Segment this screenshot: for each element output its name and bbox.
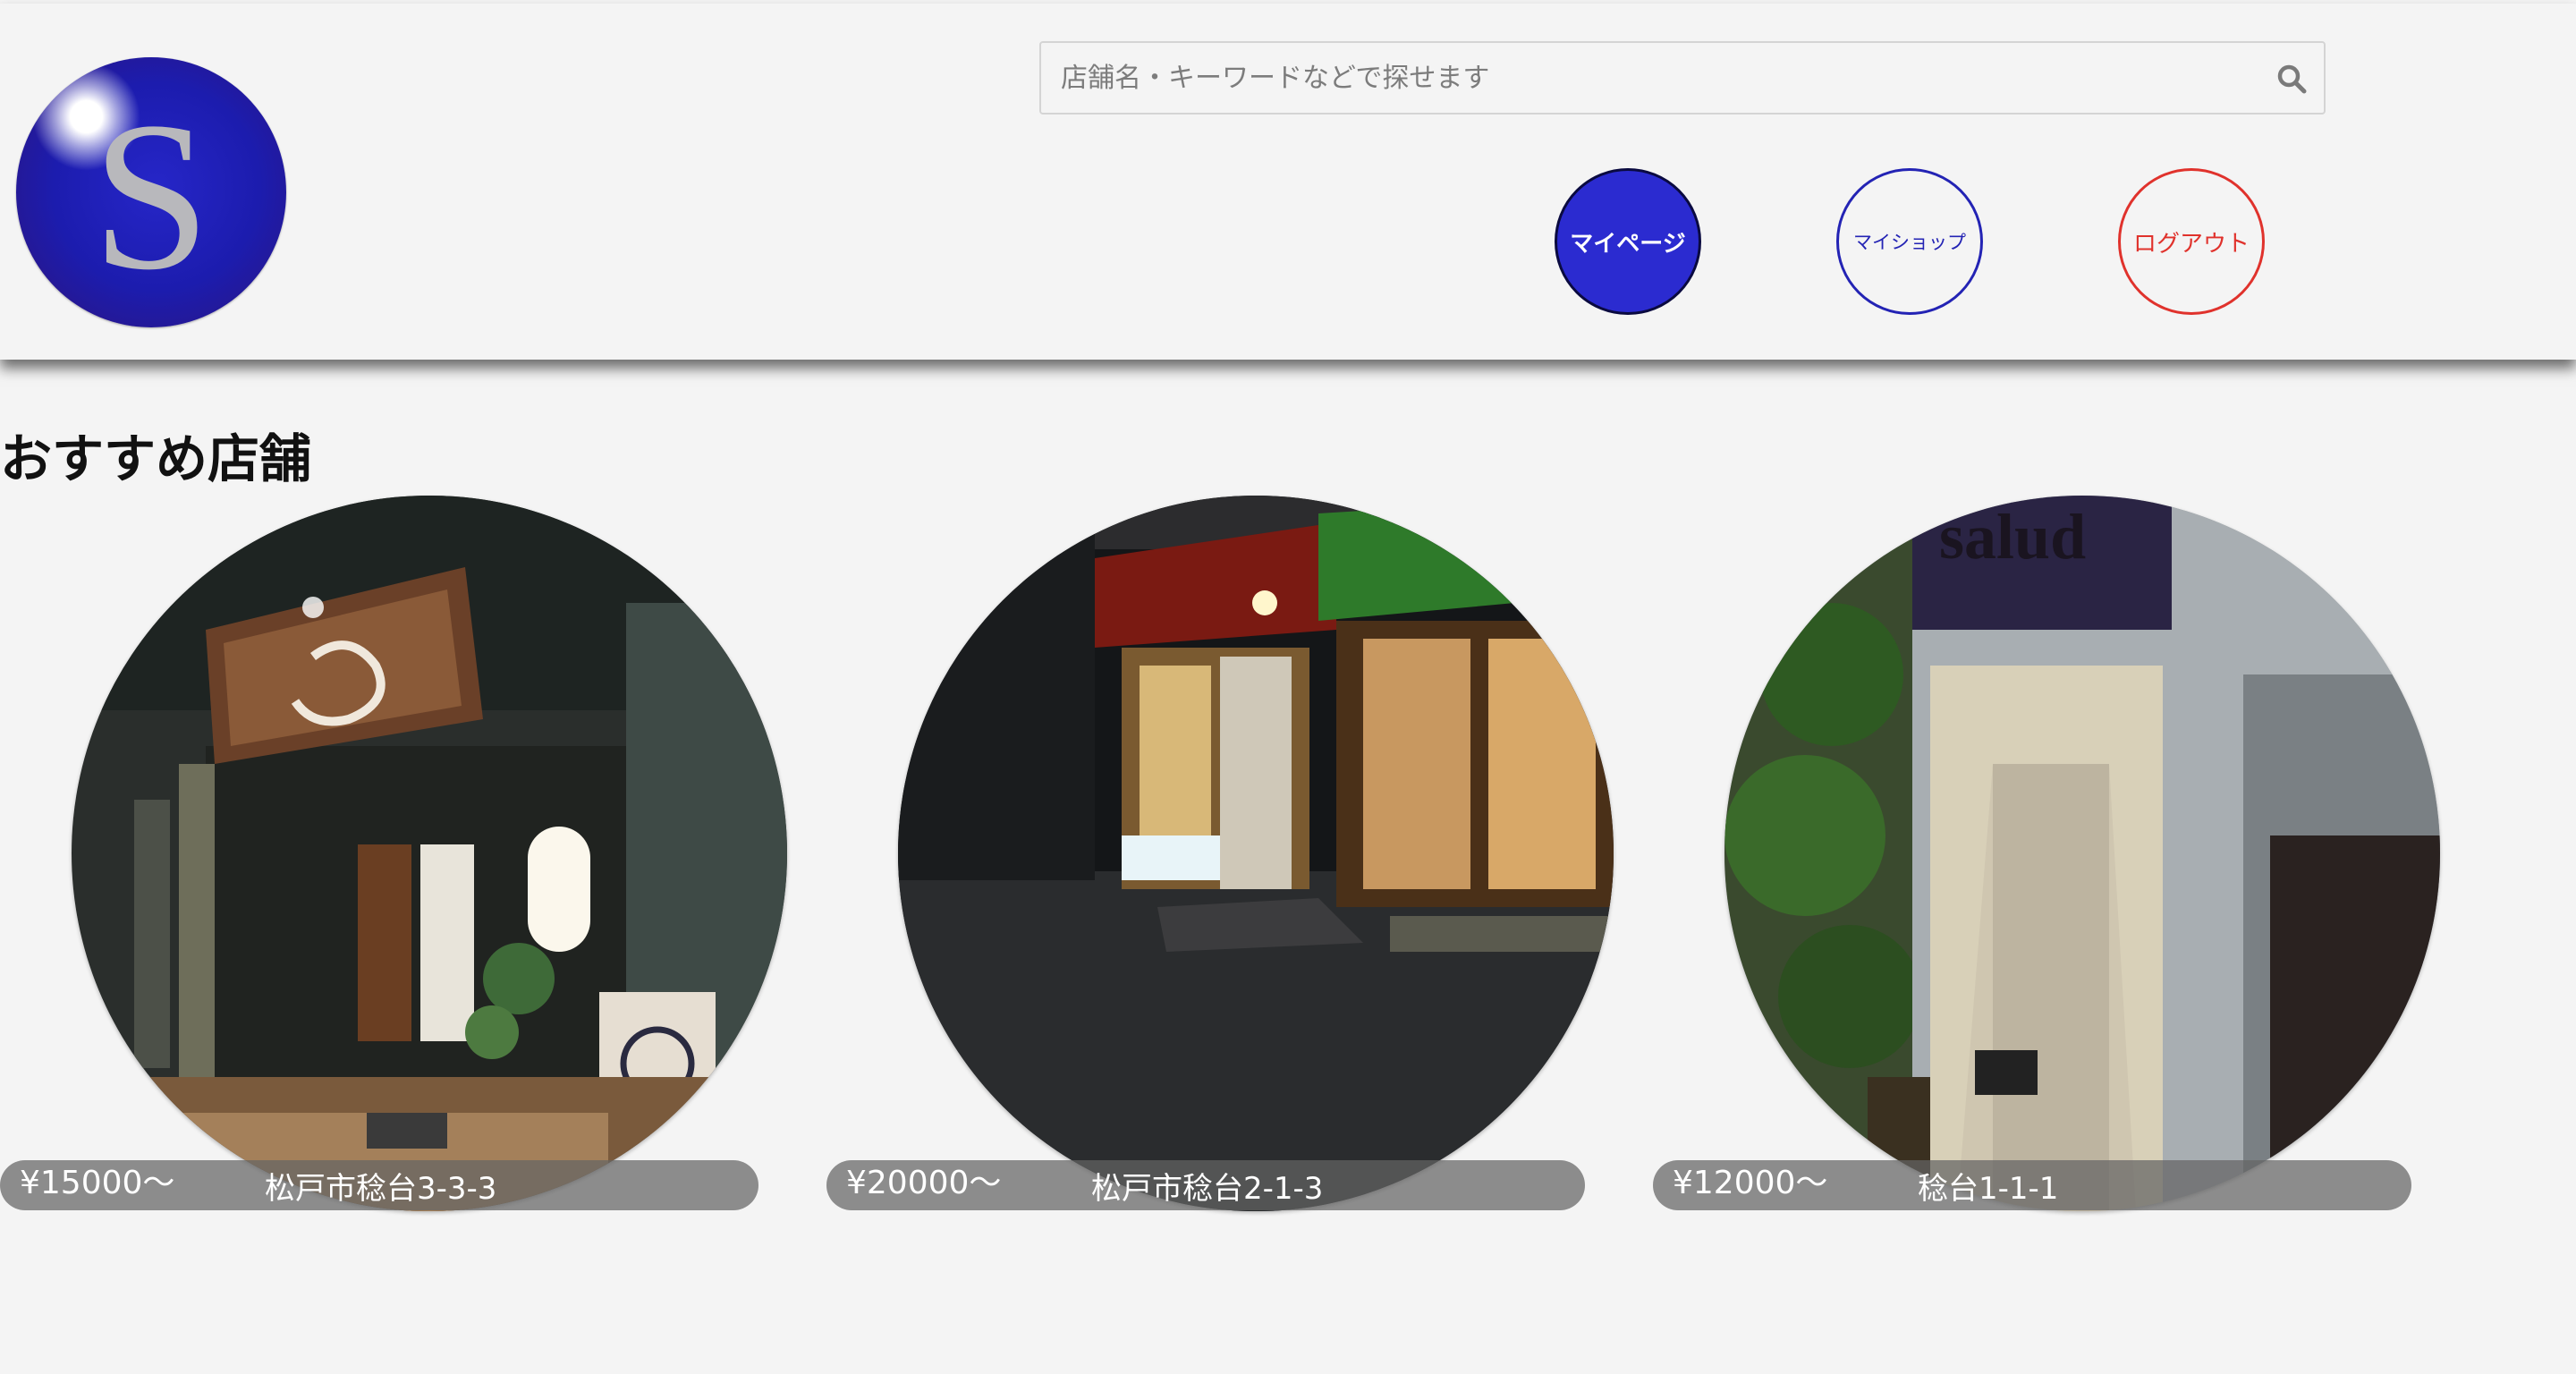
page: S マイページ マイショップ ログアウト おすすめ店舗 bbox=[0, 0, 2576, 1374]
svg-text:salud: salud bbox=[1939, 501, 2086, 572]
shop-info-bar: ¥12000〜 稔台1-1-1 bbox=[1653, 1160, 2411, 1210]
shop-card[interactable]: salud ¥12000〜 稔台1-1-1 bbox=[1653, 496, 2440, 1211]
header: S マイページ マイショップ ログアウト bbox=[0, 4, 2576, 360]
mypage-button[interactable]: マイページ bbox=[1555, 168, 1701, 315]
myshop-button[interactable]: マイショップ bbox=[1836, 168, 1983, 315]
search-input[interactable] bbox=[1041, 43, 2240, 113]
shop-card[interactable]: ¥20000〜 松戸市稔台2-1-3 bbox=[826, 496, 1614, 1211]
search-box bbox=[1039, 41, 2326, 114]
search-icon[interactable] bbox=[2275, 63, 2308, 95]
shop-price: ¥12000〜 bbox=[1673, 1165, 1828, 1201]
shop-address: 松戸市稔台2-1-3 bbox=[1091, 1171, 1324, 1207]
shop-photo[interactable] bbox=[898, 496, 1614, 1211]
myshop-button-label: マイショップ bbox=[1853, 232, 1966, 253]
shop-photo[interactable]: salud bbox=[1724, 496, 2440, 1211]
logout-button-label: ログアウト bbox=[2132, 230, 2250, 258]
shop-photo-image bbox=[72, 496, 787, 1211]
shop-photo[interactable] bbox=[72, 496, 787, 1211]
site-logo[interactable]: S bbox=[16, 57, 286, 327]
mypage-button-label: マイページ bbox=[1570, 230, 1686, 258]
shop-photo-image: salud bbox=[1724, 496, 2440, 1211]
shop-address: 稔台1-1-1 bbox=[1918, 1171, 2059, 1207]
shop-price: ¥20000〜 bbox=[846, 1165, 1002, 1201]
shop-card[interactable]: ¥15000〜 松戸市稔台3-3-3 bbox=[0, 496, 787, 1211]
shop-address: 松戸市稔台3-3-3 bbox=[265, 1171, 497, 1207]
shop-info-bar: ¥15000〜 松戸市稔台3-3-3 bbox=[0, 1160, 758, 1210]
logo-letter: S bbox=[91, 79, 211, 314]
logout-button[interactable]: ログアウト bbox=[2118, 168, 2265, 315]
shop-price: ¥15000〜 bbox=[20, 1165, 175, 1201]
shop-photo-image bbox=[898, 496, 1614, 1211]
section-title: おすすめ店舗 bbox=[0, 428, 312, 489]
shop-info-bar: ¥20000〜 松戸市稔台2-1-3 bbox=[826, 1160, 1585, 1210]
